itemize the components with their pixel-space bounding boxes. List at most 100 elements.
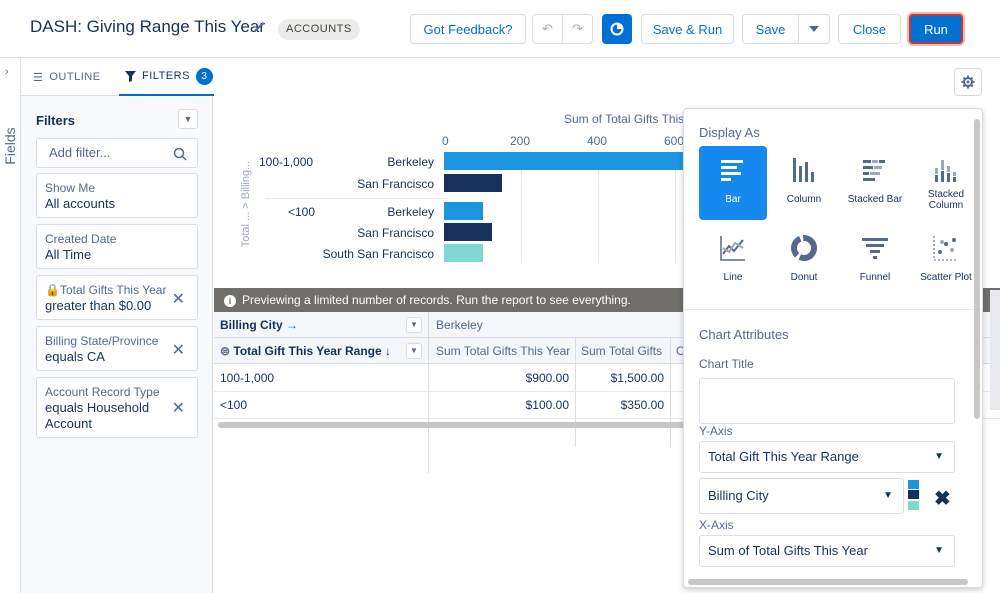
pie-chart-icon [610,22,624,36]
filter-total-gifts[interactable]: 🔒Total Gifts This Year greater than $0.0… [36,275,198,320]
chevron-right-icon: › [5,66,9,78]
group-label: <100 [288,205,316,219]
y-axis-field-label: Y-Axis [699,424,733,438]
undo-button[interactable]: ↶ [532,14,563,44]
right-edge-scroll [990,290,1000,410]
save-menu-button[interactable] [798,14,830,44]
chart-bar[interactable] [444,174,502,192]
chart-title-label: Chart Title [699,357,754,371]
filters-menu-button[interactable]: ▼ [178,109,198,129]
popover-divider [684,309,982,310]
redo-button[interactable]: ↷ [562,14,593,44]
column-group-value: Berkeley [436,318,483,332]
pencil-icon[interactable] [252,20,266,34]
color-swatch[interactable] [908,490,919,499]
popover-horizontal-scrollbar[interactable] [688,579,968,585]
grouping-icon: ⊜ [220,344,231,358]
caret-down-icon [809,26,819,32]
color-swatch[interactable] [908,480,919,489]
table-horizontal-scrollbar[interactable] [218,422,698,428]
chart-type-stacked-bar[interactable]: Stacked Bar [841,146,909,220]
chart-type-line[interactable]: Line [699,224,767,298]
remove-group-icon[interactable]: ✖ [934,486,951,511]
filter-value: equals CA [45,349,105,364]
table-cell: $900.00 [525,371,569,385]
column-header[interactable]: Sum Total Gifts [581,338,662,364]
group-by-select-value: Billing City [708,488,769,503]
chart-type-column[interactable]: Column [770,146,838,220]
remove-filter-icon[interactable]: ✕ [172,289,185,309]
gear-icon [961,75,975,89]
save-and-run-button[interactable]: Save & Run [641,14,734,44]
chart-type-label: Donut [790,272,818,283]
tab-filters-label: FILTERS [142,70,190,82]
report-title: DASH: Giving Range This Year [30,17,265,36]
filter-created-date[interactable]: Created Date All Time [36,224,198,269]
fields-label: Fields [2,127,18,165]
row-group-label-text: Total Gift This Year Range [233,344,382,358]
feedback-button[interactable]: Got Feedback? [410,14,526,44]
caret-down-icon: ▼ [883,490,893,501]
display-as-heading: Display As [699,125,760,140]
group-label: 100-1,000 [259,155,314,169]
x-axis-select-value: Sum of Total Gifts This Year [708,543,868,558]
filter-count-badge: 3 [195,67,213,85]
tab-outline[interactable]: ☰ OUTLINE [33,58,101,96]
scatter-plot-icon [933,236,958,261]
chart-type-label: Column [786,194,822,205]
preview-banner-text: Previewing a limited number of records. … [242,293,631,307]
fields-panel-toggle[interactable]: › Fields [0,58,21,593]
chart-type-stacked-column[interactable]: Stacked Column [912,146,980,220]
chart-type-label: Scatter Plot [920,272,972,283]
filter-label: Billing State/Province [45,334,159,348]
category-label: Berkeley [387,205,434,219]
report-header: DASH: Giving Range This Year ACCOUNTS Go… [0,0,1000,58]
filter-label: Created Date [45,232,117,246]
list-icon: ☰ [33,71,44,84]
y-axis-select-value: Total Gift This Year Range [708,449,859,464]
funnel-chart-icon [862,238,888,259]
add-filter-input[interactable]: Add filter... [36,138,198,168]
chart-type-funnel[interactable]: Funnel [841,224,909,298]
filter-label: Total Gifts This Year [59,283,167,297]
filter-value: greater than $0.00 [45,298,152,313]
x-tick-label: 200 [510,134,531,148]
color-swatch[interactable] [908,501,919,510]
filter-billing-state[interactable]: Billing State/Province equals CA ✕ [36,326,198,371]
group-by-select[interactable]: Billing City ▼ [699,478,904,514]
chart-type-bar[interactable]: Bar [699,146,767,220]
filter-show-me[interactable]: Show Me All accounts [36,173,198,218]
chart-bar[interactable] [444,244,483,262]
info-icon: i [224,295,236,307]
chart-type-donut[interactable]: Donut [770,224,838,298]
column-header[interactable]: Sum Total Gifts This Year [436,338,570,364]
report-type-badge: ACCOUNTS [278,19,360,40]
table-cell: $1,500.00 [610,371,664,385]
remove-filter-icon[interactable]: ✕ [172,340,185,360]
close-button[interactable]: Close [838,14,901,44]
search-icon [173,147,187,161]
chart-settings-popover: Display As Bar Column Stacked Bar Stacke… [683,108,983,588]
table-cell: $100.00 [525,398,569,412]
chart-toggle-button[interactable] [602,14,632,44]
x-tick-label: 0 [442,134,449,148]
y-axis-select[interactable]: Total Gift This Year Range ▼ [699,441,955,473]
chart-bar[interactable] [444,223,492,241]
bar-chart-icon [721,160,743,181]
x-axis-select[interactable]: Sum of Total Gifts This Year ▼ [699,535,955,567]
remove-filter-icon[interactable]: ✕ [172,398,185,418]
column-menu-button[interactable]: ▼ [406,317,422,333]
chart-bar[interactable] [444,202,483,220]
row-group-menu-button[interactable]: ▼ [406,343,422,359]
save-button[interactable]: Save [742,14,799,44]
category-label: San Francisco [357,226,434,240]
chart-type-scatter[interactable]: Scatter Plot [912,224,980,298]
chart-settings-button[interactable] [954,68,982,96]
run-button[interactable]: Run [909,14,963,44]
tab-filters[interactable]: FILTERS 3 [119,58,219,96]
filter-account-record-type[interactable]: Account Record Type equals Household Acc… [36,377,198,438]
y-axis-label: Total ... > Billing... [240,160,252,248]
chart-title-input[interactable] [699,378,955,424]
popover-vertical-scrollbar[interactable] [974,119,980,419]
column-group-label: Billing City → [220,312,298,338]
